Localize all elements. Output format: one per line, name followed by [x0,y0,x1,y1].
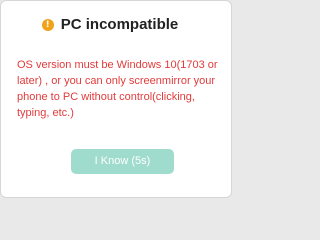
warning-icon: ! [41,18,54,31]
dialog-title: PC incompatible [60,16,179,33]
dialog-message: OS version must be Windows 10(1703 or la… [17,59,218,119]
i-know-button[interactable]: I Know (5s) [71,149,174,174]
incompatible-dialog: ! PC incompatible OS version must be Win… [0,0,232,198]
dialog-header: ! PC incompatible [1,16,233,33]
